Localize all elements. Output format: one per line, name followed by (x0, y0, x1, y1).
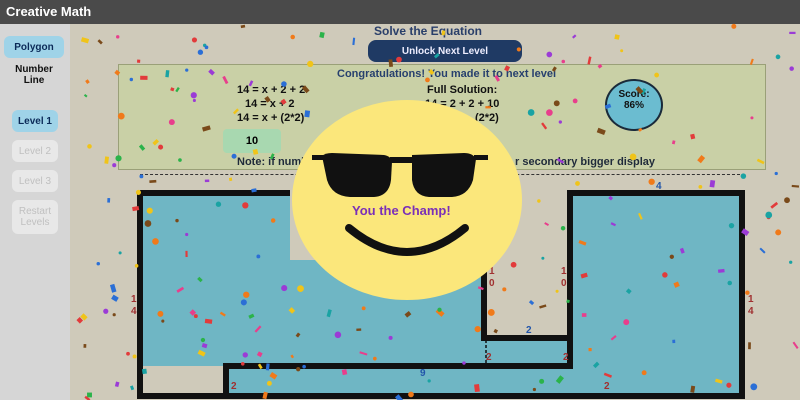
smiley-face-icon (292, 100, 522, 300)
restart-levels-button[interactable]: Restart Levels (12, 200, 58, 234)
dim-bottom: 9 (420, 368, 426, 379)
dim-top: 4 (656, 181, 662, 192)
dim-right-1: 1 (748, 294, 754, 305)
dim-notch: 2 (526, 325, 532, 336)
champ-message: You the Champ! (352, 203, 451, 218)
sunglasses-right-lens (412, 153, 476, 197)
app-title: Creative Math (6, 4, 92, 19)
dim-step-right: 2 (604, 381, 610, 392)
title-bar: Creative Math (0, 0, 800, 24)
sidebar-item-level-2[interactable]: Level 2 (12, 140, 58, 162)
dim-inner-right-1: 1 (561, 266, 567, 277)
sidebar-item-level-3[interactable]: Level 3 (12, 170, 58, 192)
dim-right-2: 4 (748, 306, 754, 317)
sidebar-item-number-line[interactable]: Number Line (4, 64, 64, 86)
dim-left-2: 4 (131, 306, 137, 317)
dim-inner-right-2: 0 (561, 278, 567, 289)
dim-dash-right: 2 (563, 352, 569, 363)
dim-left-1: 1 (131, 294, 137, 305)
sidebar-item-level-1[interactable]: Level 1 (12, 110, 58, 132)
sidebar: Polygon Number Line Level 1 Level 2 Leve… (0, 24, 70, 400)
sidebar-item-polygon[interactable]: Polygon (4, 36, 64, 58)
dim-step-left: 2 (231, 381, 237, 392)
dim-dash-left: 2 (486, 352, 492, 363)
